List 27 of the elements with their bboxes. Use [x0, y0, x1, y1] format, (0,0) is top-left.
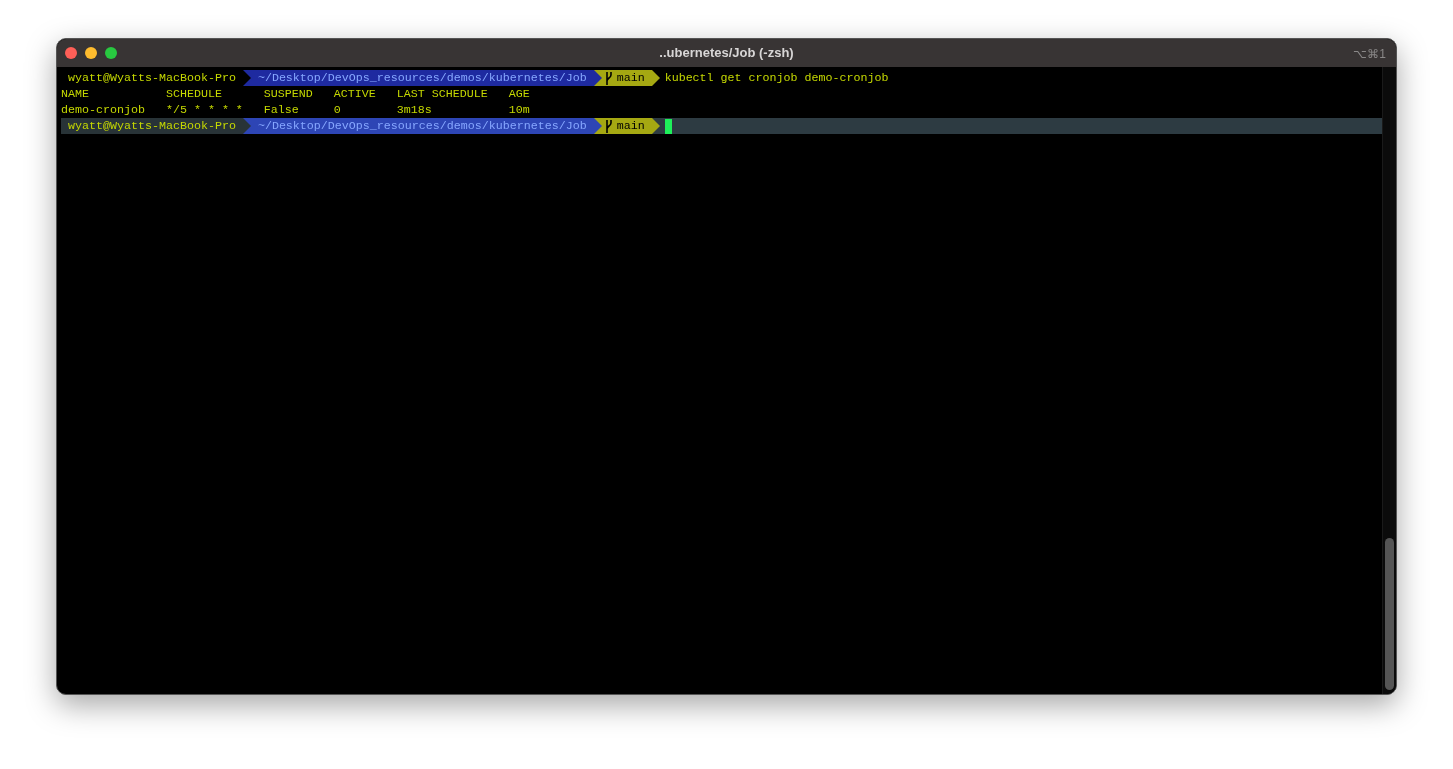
column-header: AGE [508, 86, 531, 102]
window-title: ..ubernetes/Job (-zsh) [659, 44, 794, 63]
zoom-button[interactable] [105, 47, 117, 59]
table-cell-text: 0 [333, 102, 342, 118]
column-header: ACTIVE [333, 86, 377, 102]
git-branch-icon [604, 71, 613, 85]
keyboard-shortcut: ⌥⌘1 [1353, 46, 1386, 63]
column-header: LAST SCHEDULE [396, 86, 489, 102]
table-cell-text: False [263, 102, 300, 118]
git-branch-icon [604, 119, 613, 133]
segment-separator-icon [242, 118, 251, 134]
column-header: SUSPEND [263, 86, 314, 102]
close-button[interactable] [65, 47, 77, 59]
command-text: kubectl get cronjob demo-cronjob [664, 70, 889, 86]
branch-name: main [616, 118, 645, 134]
table-cell-text: 10m [508, 102, 531, 118]
branch-name: main [616, 70, 645, 86]
column-header: SCHEDULE [165, 86, 223, 102]
minimize-button[interactable] [85, 47, 97, 59]
table-cell-text: demo-cronjob [61, 102, 146, 118]
column-header: NAME [61, 86, 90, 102]
prompt-user: wyatt@Wyatts-MacBook-Pro [67, 70, 237, 86]
text-cursor [664, 118, 672, 134]
table-cell-text: 3m18s [396, 102, 433, 118]
table-cell-text: */5 * * * * [165, 102, 244, 118]
scrollbar-thumb[interactable] [1385, 538, 1394, 690]
segment-separator-icon [242, 70, 251, 86]
